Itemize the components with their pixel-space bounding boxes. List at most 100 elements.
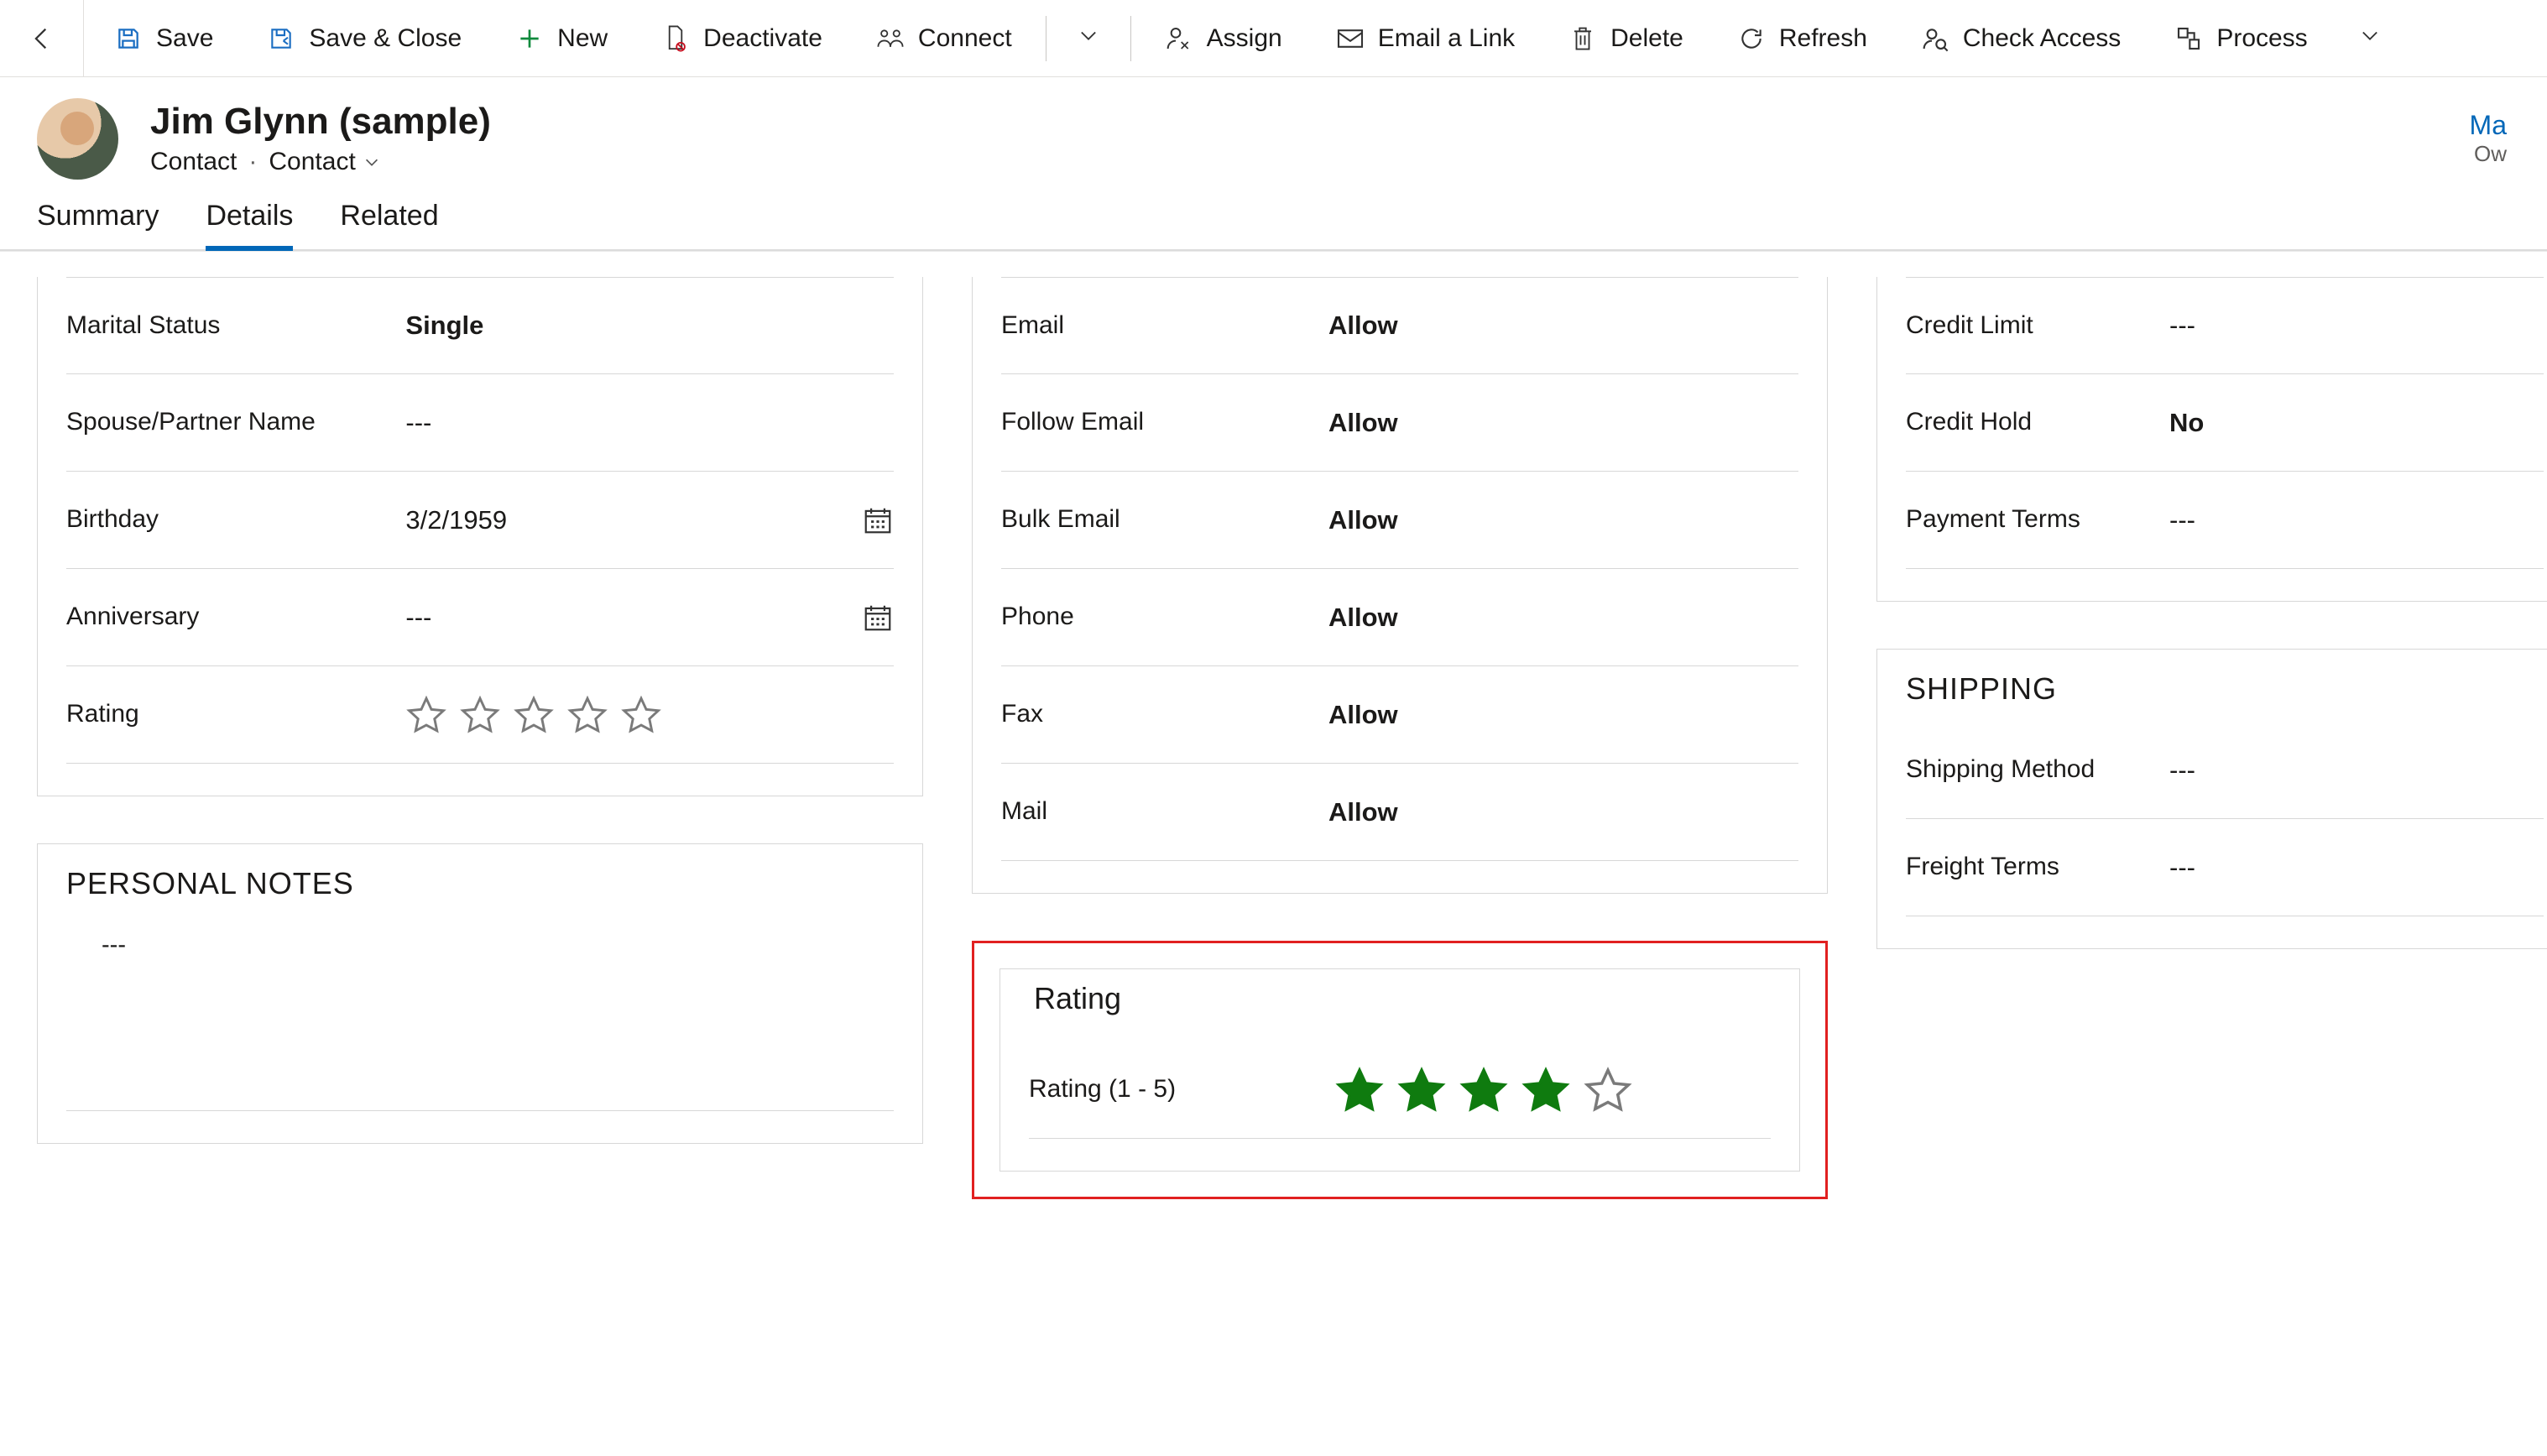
record-entity: Contact xyxy=(150,148,237,176)
phone-value[interactable]: Allow xyxy=(1328,603,1798,633)
new-button[interactable]: New xyxy=(492,14,631,63)
dot-separator: · xyxy=(248,148,257,176)
owner-box: Ma Ow xyxy=(2470,110,2510,167)
connect-label: Connect xyxy=(918,24,1012,53)
deactivate-icon xyxy=(661,24,690,53)
tabs: Summary Details Related xyxy=(0,186,2547,251)
deactivate-button[interactable]: Deactivate xyxy=(638,14,846,63)
fax-value[interactable]: Allow xyxy=(1328,700,1798,730)
save-close-icon xyxy=(267,24,295,53)
bulk-email-value[interactable]: Allow xyxy=(1328,505,1798,535)
command-separator xyxy=(1130,16,1131,61)
anniversary-value[interactable]: --- xyxy=(405,603,853,633)
save-close-label: Save & Close xyxy=(309,24,462,53)
save-close-button[interactable]: Save & Close xyxy=(243,14,485,63)
billing-card: Credit Limit --- Credit Hold No Payment … xyxy=(1876,277,2547,602)
tab-details[interactable]: Details xyxy=(206,200,293,249)
email-link-button[interactable]: Email a Link xyxy=(1313,14,1538,63)
birthday-label: Birthday xyxy=(66,496,397,544)
refresh-button[interactable]: Refresh xyxy=(1714,14,1891,63)
delete-label: Delete xyxy=(1610,24,1683,53)
record-header: Jim Glynn (sample) Contact · Contact Ma … xyxy=(0,77,2547,186)
delete-button[interactable]: Delete xyxy=(1545,14,1707,63)
refresh-label: Refresh xyxy=(1779,24,1867,53)
rating-card: Rating Rating (1 - 5) xyxy=(999,968,1800,1172)
shipping-card: SHIPPING Shipping Method --- Freight Ter… xyxy=(1876,649,2547,949)
freight-terms-label: Freight Terms xyxy=(1906,843,2161,891)
birthday-value[interactable]: 3/2/1959 xyxy=(405,505,853,535)
connect-button[interactable]: Connect xyxy=(853,14,1036,63)
spouse-label: Spouse/Partner Name xyxy=(66,399,397,446)
rating-label: Rating xyxy=(66,691,397,738)
rating-stars-empty[interactable] xyxy=(405,694,894,736)
back-button[interactable] xyxy=(0,0,84,76)
marital-status-value[interactable]: Single xyxy=(405,311,894,341)
calendar-icon[interactable] xyxy=(862,602,894,634)
deactivate-label: Deactivate xyxy=(703,24,822,53)
assign-button[interactable]: Assign xyxy=(1141,14,1306,63)
freight-terms-value[interactable]: --- xyxy=(2169,853,2544,883)
email-label: Email xyxy=(1001,302,1320,350)
save-label: Save xyxy=(156,24,213,53)
credit-limit-label: Credit Limit xyxy=(1906,302,2161,350)
check-access-label: Check Access xyxy=(1963,24,2121,53)
check-access-button[interactable]: Check Access xyxy=(1897,14,2144,63)
assign-icon xyxy=(1165,24,1193,53)
email-icon xyxy=(1336,24,1365,53)
mail-label: Mail xyxy=(1001,788,1320,836)
personal-notes-title: PERSONAL NOTES xyxy=(66,844,894,916)
spouse-value[interactable]: --- xyxy=(405,408,894,438)
process-icon xyxy=(2174,24,2203,53)
connect-dropdown[interactable] xyxy=(1057,13,1120,64)
plus-icon xyxy=(515,24,544,53)
new-label: New xyxy=(557,24,608,53)
shipping-method-label: Shipping Method xyxy=(1906,746,2161,794)
payment-terms-value[interactable]: --- xyxy=(2169,505,2544,535)
arrow-left-icon xyxy=(28,24,56,53)
credit-hold-label: Credit Hold xyxy=(1906,399,2161,446)
phone-label: Phone xyxy=(1001,593,1320,641)
shipping-title: SHIPPING xyxy=(1906,650,2544,722)
marital-status-label: Marital Status xyxy=(66,302,397,350)
avatar xyxy=(37,98,118,180)
follow-email-label: Follow Email xyxy=(1001,399,1320,446)
form-name: Contact xyxy=(269,148,355,176)
chevron-down-icon xyxy=(1077,23,1100,47)
record-title: Jim Glynn (sample) xyxy=(150,101,491,143)
command-bar: Save Save & Close New Deactivate Connect… xyxy=(0,0,2547,77)
anniversary-label: Anniversary xyxy=(66,593,397,641)
delete-icon xyxy=(1568,24,1597,53)
tab-related[interactable]: Related xyxy=(340,200,438,249)
refresh-icon xyxy=(1737,24,1766,53)
form-picker[interactable]: Contact xyxy=(269,148,380,176)
shipping-method-value[interactable]: --- xyxy=(2169,755,2544,785)
process-button[interactable]: Process xyxy=(2151,14,2330,63)
mail-value[interactable]: Allow xyxy=(1328,797,1798,827)
personal-notes-card: PERSONAL NOTES --- xyxy=(37,843,923,1144)
fax-label: Fax xyxy=(1001,691,1320,738)
calendar-icon[interactable] xyxy=(862,504,894,536)
connect-icon xyxy=(876,24,905,53)
rating-field-label: Rating (1 - 5) xyxy=(1029,1066,1326,1114)
owner-label: Ow xyxy=(2470,141,2507,167)
personal-notes-value[interactable]: --- xyxy=(66,916,894,1111)
chevron-down-icon xyxy=(363,153,381,171)
credit-limit-value[interactable]: --- xyxy=(2169,311,2544,341)
bulk-email-label: Bulk Email xyxy=(1001,496,1320,544)
email-link-label: Email a Link xyxy=(1378,24,1515,53)
save-icon xyxy=(114,24,143,53)
owner-link[interactable]: Ma xyxy=(2470,110,2507,141)
form-stage: Marital Status Single Spouse/Partner Nam… xyxy=(0,251,2547,1224)
payment-terms-label: Payment Terms xyxy=(1906,496,2161,544)
contact-pref-card: Email Allow Follow Email Allow Bulk Emai… xyxy=(972,277,1828,894)
rating-stars[interactable] xyxy=(1334,1065,1771,1115)
tab-summary[interactable]: Summary xyxy=(37,200,159,249)
save-button[interactable]: Save xyxy=(91,14,237,63)
process-dropdown[interactable] xyxy=(2338,13,2402,64)
credit-hold-value[interactable]: No xyxy=(2169,408,2544,438)
email-value[interactable]: Allow xyxy=(1328,311,1798,341)
follow-email-value[interactable]: Allow xyxy=(1328,408,1798,438)
chevron-down-icon xyxy=(2358,23,2382,47)
rating-section-title: Rating xyxy=(1029,969,1771,1041)
personal-card: Marital Status Single Spouse/Partner Nam… xyxy=(37,277,923,796)
